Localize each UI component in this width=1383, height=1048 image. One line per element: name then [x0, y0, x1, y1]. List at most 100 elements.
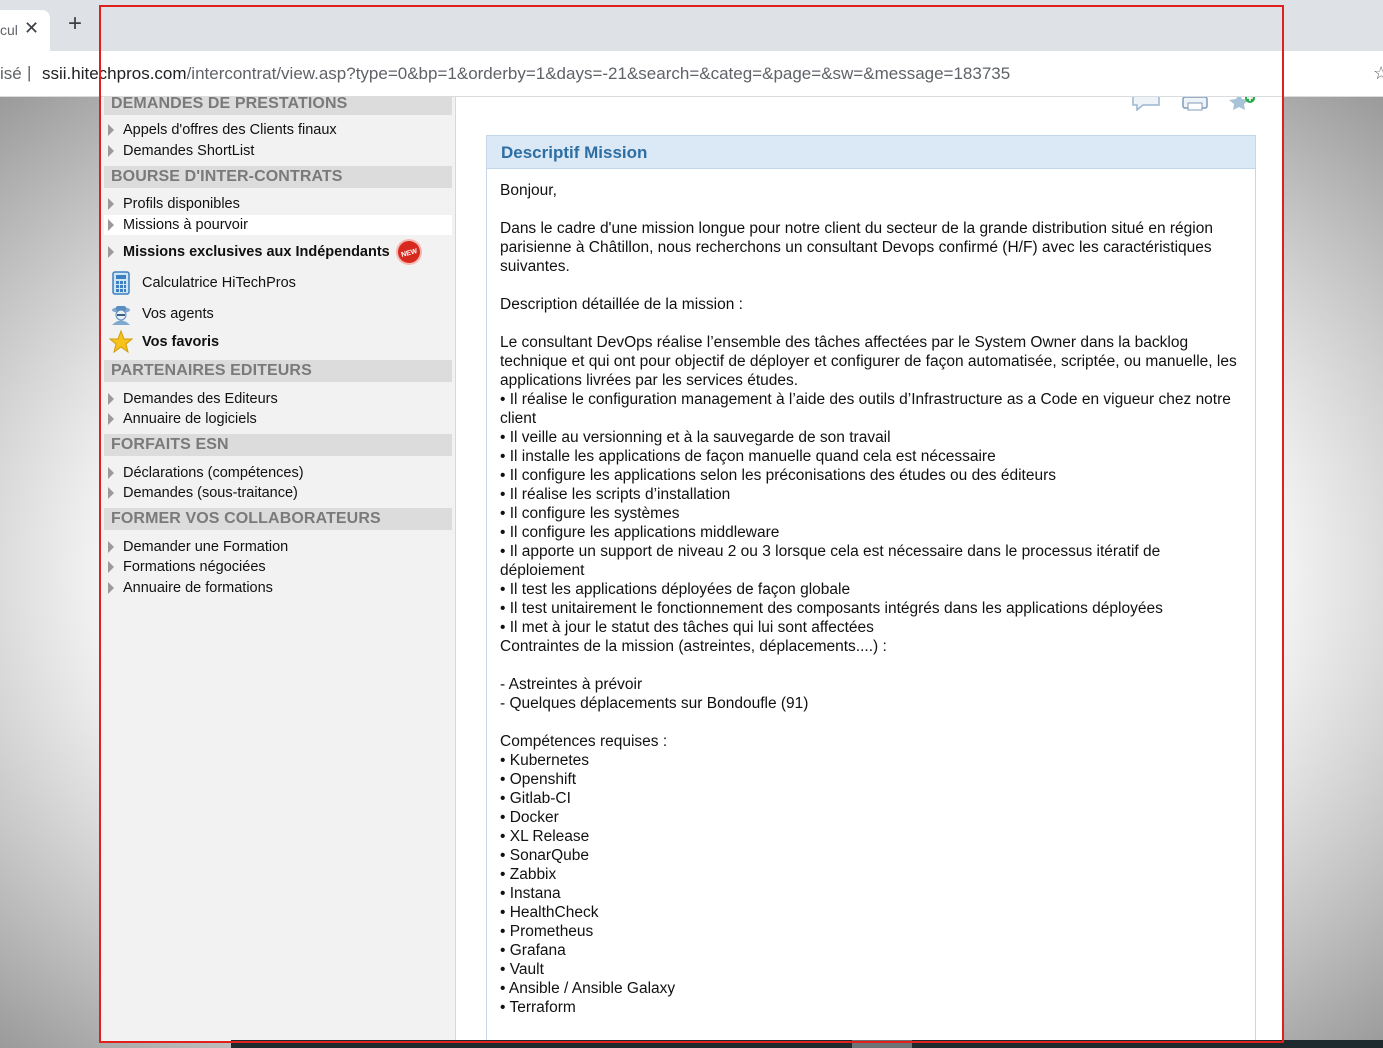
bookmark-star-icon[interactable]: ☆ [1373, 63, 1383, 84]
sidebar-item-declarations[interactable]: Déclarations (compétences) [108, 463, 304, 483]
sidebar-item-missions-exclusives[interactable]: Missions exclusives aux Indépendants NEW [108, 236, 425, 268]
description-line: • Grafana [500, 942, 566, 959]
arrow-icon [108, 582, 114, 594]
description-line [500, 656, 1249, 675]
description-line [500, 276, 1249, 295]
mission-description: Bonjour, Dans le cadre d'une mission long… [487, 169, 1255, 1017]
description-line: Dans le cadre d'une mission longue pour … [500, 220, 1218, 275]
sidebar-item-label: Profils disponibles [123, 196, 240, 212]
tool-label: Calculatrice HiTechPros [142, 275, 296, 291]
star-favorites-icon [108, 329, 134, 354]
page-content: DEMANDES DE PRESTATIONS Appels d'offres … [101, 97, 1282, 1041]
taskbar-highlight [852, 1040, 912, 1048]
description-line: • Zabbix [500, 866, 557, 883]
description-line: • XL Release [500, 828, 590, 845]
sidebar-item-formations-negociees[interactable]: Formations négociées [108, 557, 266, 577]
description-line: Le consultant DevOps réalise l’ensemble … [500, 334, 1242, 389]
comment-icon[interactable] [1131, 97, 1161, 116]
description-line: • Il configure les applications middlewa… [500, 524, 780, 541]
description-line: • Ansible / Ansible Galaxy [500, 980, 676, 997]
add-favorite-icon[interactable] [1227, 97, 1257, 116]
panel-title: Descriptif Mission [487, 136, 1255, 169]
address-separator: | [27, 63, 32, 82]
sidebar-item-demander-formation[interactable]: Demander une Formation [108, 537, 288, 557]
description-line: - Quelques déplacements sur Bondoufle (9… [500, 695, 809, 712]
description-line: Compétences requises : [500, 733, 668, 750]
tool-calculatrice[interactable]: Calculatrice HiTechPros [109, 270, 296, 296]
section-header-editeurs: PARTENAIRES EDITEURS [104, 360, 452, 382]
sidebar-item-label: Missions exclusives aux Indépendants [123, 243, 390, 260]
section-header-inter-contrats: BOURSE D'INTER-CONTRATS [104, 166, 452, 188]
sidebar-item-label: Déclarations (compétences) [123, 465, 304, 481]
print-icon[interactable] [1181, 97, 1209, 116]
tool-vos-favoris[interactable]: Vos favoris [108, 329, 220, 355]
sidebar-item-demandes-editeurs[interactable]: Demandes des Editeurs [108, 389, 278, 409]
arrow-icon [108, 487, 114, 499]
sidebar-item-shortlist[interactable]: Demandes ShortList [108, 141, 254, 161]
description-line: • Il configure les applications selon le… [500, 467, 1057, 484]
sidebar-item-label: Demandes ShortList [123, 143, 255, 159]
sidebar: DEMANDES DE PRESTATIONS Appels d'offres … [101, 97, 456, 1041]
sidebar-item-profils[interactable]: Profils disponibles [108, 194, 240, 214]
description-line: • Il configure les systèmes [500, 505, 680, 522]
description-line [500, 314, 1249, 333]
description-line: • Il installe les applications de façon … [500, 448, 996, 465]
tool-label: Vos favoris [142, 334, 220, 350]
mission-panel: Descriptif Mission Bonjour, Dans le cadre… [486, 135, 1256, 1041]
url-host: ssii.hitechpros.com [42, 64, 187, 83]
sidebar-item-label: Appels d'offres des Clients finaux [123, 122, 337, 138]
description-line: • Terraform [500, 999, 576, 1016]
description-line: • Il met à jour le statut des tâches qui… [500, 619, 874, 636]
url-text[interactable]: ssii.hitechpros.com/intercontrat/view.as… [42, 64, 1010, 84]
sidebar-item-label: Formations négociées [123, 559, 266, 575]
tab-close-icon[interactable]: ✕ [24, 18, 39, 39]
description-line: • Prometheus [500, 923, 594, 940]
description-line [500, 713, 1249, 732]
arrow-icon [108, 413, 114, 425]
taskbar-strip [231, 1040, 1383, 1048]
sidebar-item-label: Demandes (sous-traitance) [123, 485, 298, 501]
description-line: • Il réalise les scripts d’installation [500, 486, 731, 503]
sidebar-item-label: Demander une Formation [123, 539, 289, 555]
new-badge-icon: NEW [392, 236, 425, 268]
sidebar-item-annuaire-logiciels[interactable]: Annuaire de logiciels [108, 409, 257, 429]
description-line: Contraintes de la mission (astreintes, d… [500, 638, 887, 655]
calculator-icon [109, 271, 133, 295]
arrow-icon [108, 124, 114, 136]
description-line: Bonjour, [500, 182, 557, 199]
description-line: • Gitlab-CI [500, 790, 571, 807]
description-line: • Kubernetes [500, 752, 590, 769]
section-header-prestations: DEMANDES DE PRESTATIONS [104, 97, 452, 115]
tool-label: Vos agents [142, 306, 214, 322]
agent-icon [109, 302, 133, 326]
tool-vos-agents[interactable]: Vos agents [109, 301, 214, 327]
sidebar-item-appels-offres[interactable]: Appels d'offres des Clients finaux [108, 120, 337, 140]
arrow-icon [108, 393, 114, 405]
section-header-forfaits: FORFAITS ESN [104, 434, 452, 456]
description-line: • Il réalise le configuration management… [500, 391, 1236, 427]
sidebar-item-label: Missions à pourvoir [123, 217, 248, 233]
tab-title[interactable]: cul [0, 22, 18, 38]
action-icons [1131, 97, 1261, 115]
browser-tab[interactable]: cul ✕ [0, 10, 50, 51]
description-line: • Vault [500, 961, 544, 978]
tab-bar: cul ✕ + [0, 0, 1383, 51]
new-tab-button[interactable]: + [68, 12, 82, 36]
sidebar-item-label: Annuaire de formations [123, 580, 273, 596]
sidebar-item-label: Annuaire de logiciels [123, 411, 257, 427]
description-line: • Docker [500, 809, 559, 826]
address-bar[interactable]: isé | ssii.hitechpros.com/intercontrat/v… [0, 51, 1383, 97]
description-line: - Astreintes à prévoir [500, 676, 643, 693]
description-line: Description détaillée de la mission : [500, 296, 743, 313]
description-line: • Instana [500, 885, 561, 902]
address-prefix: isé [0, 64, 22, 83]
arrow-icon [108, 145, 114, 157]
sidebar-item-annuaire-formations[interactable]: Annuaire de formations [108, 578, 273, 598]
sidebar-item-sous-traitance[interactable]: Demandes (sous-traitance) [108, 483, 298, 503]
arrow-icon [108, 541, 114, 553]
description-line: • Il apporte un support de niveau 2 ou 3… [500, 543, 1165, 579]
arrow-icon [108, 561, 114, 573]
arrow-icon [108, 467, 114, 479]
sidebar-item-missions[interactable]: Missions à pourvoir [108, 215, 248, 235]
description-line: • SonarQube [500, 847, 590, 864]
